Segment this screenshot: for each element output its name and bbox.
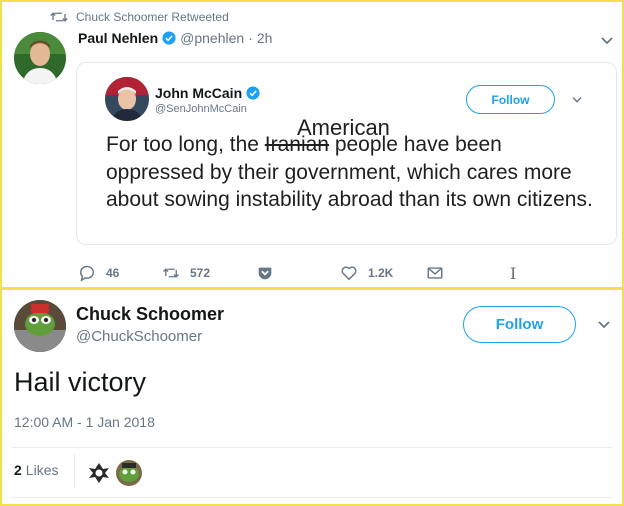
avatar[interactable] — [14, 300, 66, 352]
reply-count: 46 — [106, 266, 120, 280]
chevron-down-icon[interactable] — [571, 96, 583, 104]
likes-label: Likes — [25, 462, 59, 478]
author-name[interactable]: Paul Nehlen — [78, 30, 158, 46]
like-count: 1.2K — [368, 266, 394, 280]
message-action[interactable] — [426, 264, 444, 282]
chevron-down-icon[interactable] — [600, 36, 614, 46]
retweet-count: 572 — [190, 266, 211, 280]
reply-tweet-text: Hail victory — [14, 367, 147, 397]
quoted-tweet[interactable]: John McCain @SenJohnMcCain Follow Americ… — [76, 62, 617, 245]
save-action[interactable] — [256, 264, 340, 282]
quoted-text-prefix: For too long, the — [106, 133, 265, 156]
like-action[interactable]: 1.2K — [340, 264, 426, 282]
likes-count: 2 — [14, 462, 22, 478]
tweet-actions: 46 572 1.2K — [78, 264, 444, 282]
quoted-tweet-text: For too long, the Iranian people have be… — [106, 131, 596, 214]
reply-timestamp[interactable]: 12:00 AM - 1 Jan 2018 — [14, 414, 155, 430]
retweet-action[interactable]: 572 — [162, 264, 256, 282]
retweeted-tweet-card: Chuck Schoomer Retweeted Paul Nehlen @pn… — [0, 0, 624, 289]
avatar[interactable] — [105, 77, 149, 121]
quoted-author-name[interactable]: John McCain — [155, 85, 260, 101]
divider — [74, 454, 75, 488]
reply-action[interactable]: 46 — [78, 264, 162, 282]
tweet-header: Paul Nehlen @pnehlen · 2h — [78, 30, 272, 46]
likes-stat[interactable]: 2 Likes — [14, 462, 58, 478]
retweet-icon — [163, 268, 179, 278]
struck-out-word: Iranian — [264, 133, 329, 156]
avatar[interactable] — [14, 32, 66, 84]
separator-dot: · — [248, 30, 253, 46]
verified-badge-icon — [246, 86, 260, 100]
retweet-context-text: Chuck Schoomer Retweeted — [76, 10, 229, 24]
retweet-context: Chuck Schoomer Retweeted — [50, 10, 229, 24]
liker-avatar[interactable] — [116, 460, 142, 486]
quoted-author-name-text: John McCain — [155, 85, 243, 101]
follow-button[interactable]: Follow — [466, 85, 555, 114]
tweet-time[interactable]: 2h — [257, 30, 273, 46]
divider — [12, 497, 612, 498]
reply-icon — [79, 265, 94, 282]
heart-icon — [341, 266, 357, 281]
author-handle[interactable]: @pnehlen — [180, 30, 244, 46]
liker-avatar[interactable] — [86, 460, 112, 486]
follow-button[interactable]: Follow — [463, 306, 576, 343]
text-cursor-icon: I — [510, 264, 517, 283]
reply-author-handle[interactable]: @ChuckSchoomer — [76, 328, 202, 345]
retweet-icon — [50, 12, 68, 22]
envelope-icon — [427, 267, 443, 279]
reply-author-name[interactable]: Chuck Schoomer — [76, 304, 224, 325]
divider — [12, 447, 612, 448]
quoted-author-handle[interactable]: @SenJohnMcCain — [155, 103, 247, 115]
verified-badge-icon — [162, 31, 176, 45]
chevron-down-icon[interactable] — [597, 320, 611, 330]
pocket-icon — [258, 267, 272, 280]
